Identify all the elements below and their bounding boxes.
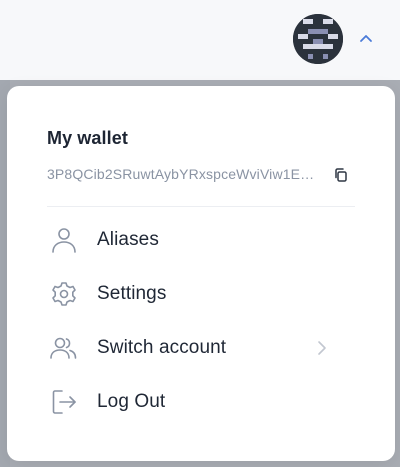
identicon-avatar-icon — [293, 14, 343, 64]
menu-item-settings[interactable]: Settings — [47, 272, 347, 316]
menu-item-aliases[interactable]: Aliases — [47, 218, 347, 262]
menu-item-label: Switch account — [97, 337, 227, 358]
logout-icon — [47, 388, 79, 416]
copy-icon[interactable] — [333, 167, 349, 183]
menu-item-switch-account[interactable]: Switch account — [47, 326, 347, 370]
wallet-title: My wallet — [47, 128, 128, 148]
top-bar — [0, 0, 400, 80]
user-icon — [47, 226, 79, 254]
gear-icon — [47, 280, 79, 308]
menu-item-label: Settings — [97, 283, 167, 304]
menu-item-label: Aliases — [97, 229, 159, 250]
menu-item-label: Log Out — [97, 391, 166, 412]
menu-item-log-out[interactable]: Log Out — [47, 380, 347, 424]
users-icon — [47, 334, 79, 362]
account-avatar[interactable] — [293, 14, 343, 64]
divider — [47, 206, 355, 207]
chevron-right-icon — [315, 338, 329, 358]
wallet-address: 3P8QCib2SRuwtAybYRxspceWviViw1E1… — [47, 166, 322, 182]
chevron-up-icon[interactable] — [356, 31, 376, 45]
account-menu: My wallet 3P8QCib2SRuwtAybYRxspceWviViw1… — [7, 86, 395, 461]
